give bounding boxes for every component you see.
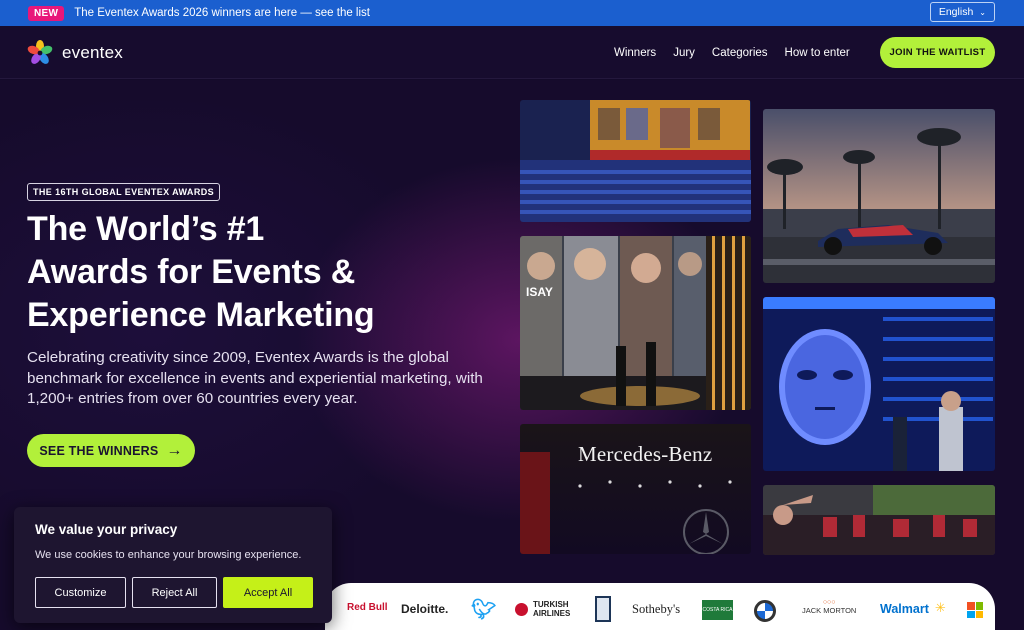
- nav-link-winners[interactable]: Winners: [614, 47, 656, 59]
- cookie-text: We use cookies to enhance your browsing …: [35, 549, 302, 561]
- reject-all-button[interactable]: Reject All: [132, 577, 217, 608]
- rolls-royce-emblem-icon: [595, 596, 611, 622]
- chef-show-stage-photo: ISAY: [520, 236, 751, 410]
- client-logo-walmart: Walmart: [880, 602, 929, 616]
- announcement-link[interactable]: The Eventex Awards 2026 winners are here…: [74, 7, 370, 19]
- robot-face-exhibit-photo: [763, 297, 995, 471]
- flower-logo-icon: [27, 40, 53, 64]
- language-select[interactable]: English ⌄: [929, 2, 995, 22]
- client-logo-sothebys: Sotheby's: [632, 602, 681, 616]
- brand-logo[interactable]: eventex: [26, 39, 123, 67]
- accept-all-button[interactable]: Accept All: [223, 577, 313, 608]
- nav-link-jury[interactable]: Jury: [673, 47, 695, 59]
- main-nav: eventex Winners Jury Categories How to e…: [0, 26, 1024, 79]
- cookie-consent-banner: We value your privacy We use cookies to …: [14, 507, 332, 623]
- jack-morton-mark-icon: ○○○: [822, 599, 836, 606]
- nav-link-how-to-enter[interactable]: How to enter: [785, 47, 850, 59]
- see-winners-button[interactable]: SEE THE WINNERS →: [27, 434, 195, 467]
- headline-line-3: Experience Marketing: [27, 296, 375, 334]
- hero-subcopy: Celebrating creativity since 2009, Event…: [27, 349, 483, 407]
- walmart-spark-icon: ✳: [935, 600, 946, 615]
- hero-eyebrow: THE 16TH GLOBAL EVENTEX AWARDS: [27, 183, 221, 201]
- svg-text:ISAY: ISAY: [526, 285, 553, 299]
- arrow-right-icon: →: [166, 441, 183, 459]
- brand-name: eventex: [62, 43, 123, 62]
- customize-button[interactable]: Customize: [35, 577, 126, 608]
- bmw-roundel-icon: [754, 600, 776, 622]
- turkish-airlines-emblem-icon: [515, 602, 528, 616]
- microsoft-logo-icon: [967, 602, 983, 618]
- cookie-title: We value your privacy: [35, 522, 178, 537]
- street-crowd-photo: [763, 485, 995, 555]
- mercedes-benz-caption: Mercedes-Benz: [578, 442, 713, 466]
- announcement-bar: NEW The Eventex Awards 2026 winners are …: [0, 0, 1024, 26]
- client-logo-deloitte: Deloitte.: [401, 602, 449, 616]
- nav-link-categories[interactable]: Categories: [712, 47, 768, 59]
- see-winners-label: SEE THE WINNERS: [39, 443, 159, 458]
- headline-line-1: The World’s #1: [27, 210, 265, 248]
- new-badge: NEW: [28, 5, 65, 21]
- conference-hall-photo: [520, 100, 751, 222]
- client-logo-red-bull: Red Bull: [347, 602, 388, 613]
- join-waitlist-button[interactable]: JOIN THE WAITLIST: [880, 37, 995, 68]
- nav-links: Winners Jury Categories How to enter: [614, 26, 850, 79]
- chevron-down-icon: ⌄: [979, 7, 986, 17]
- race-car-photo: [763, 109, 995, 283]
- hero-headline: The World’s #1 Awards for Events & Exper…: [27, 208, 497, 337]
- twitter-bird-icon: 🐦︎: [471, 599, 497, 621]
- client-logo-costa-rica: COSTA RICA: [702, 600, 733, 620]
- headline-line-2: Awards for Events &: [27, 253, 356, 291]
- client-logo-strip: Red Bull Deloitte. 🐦︎ TURKISH AIRLINES S…: [325, 583, 995, 630]
- client-logo-jack-morton: ○○○ JACK MORTON: [802, 599, 857, 615]
- client-logo-turkish-airlines: TURKISH AIRLINES: [515, 600, 581, 618]
- language-value: English: [938, 6, 974, 18]
